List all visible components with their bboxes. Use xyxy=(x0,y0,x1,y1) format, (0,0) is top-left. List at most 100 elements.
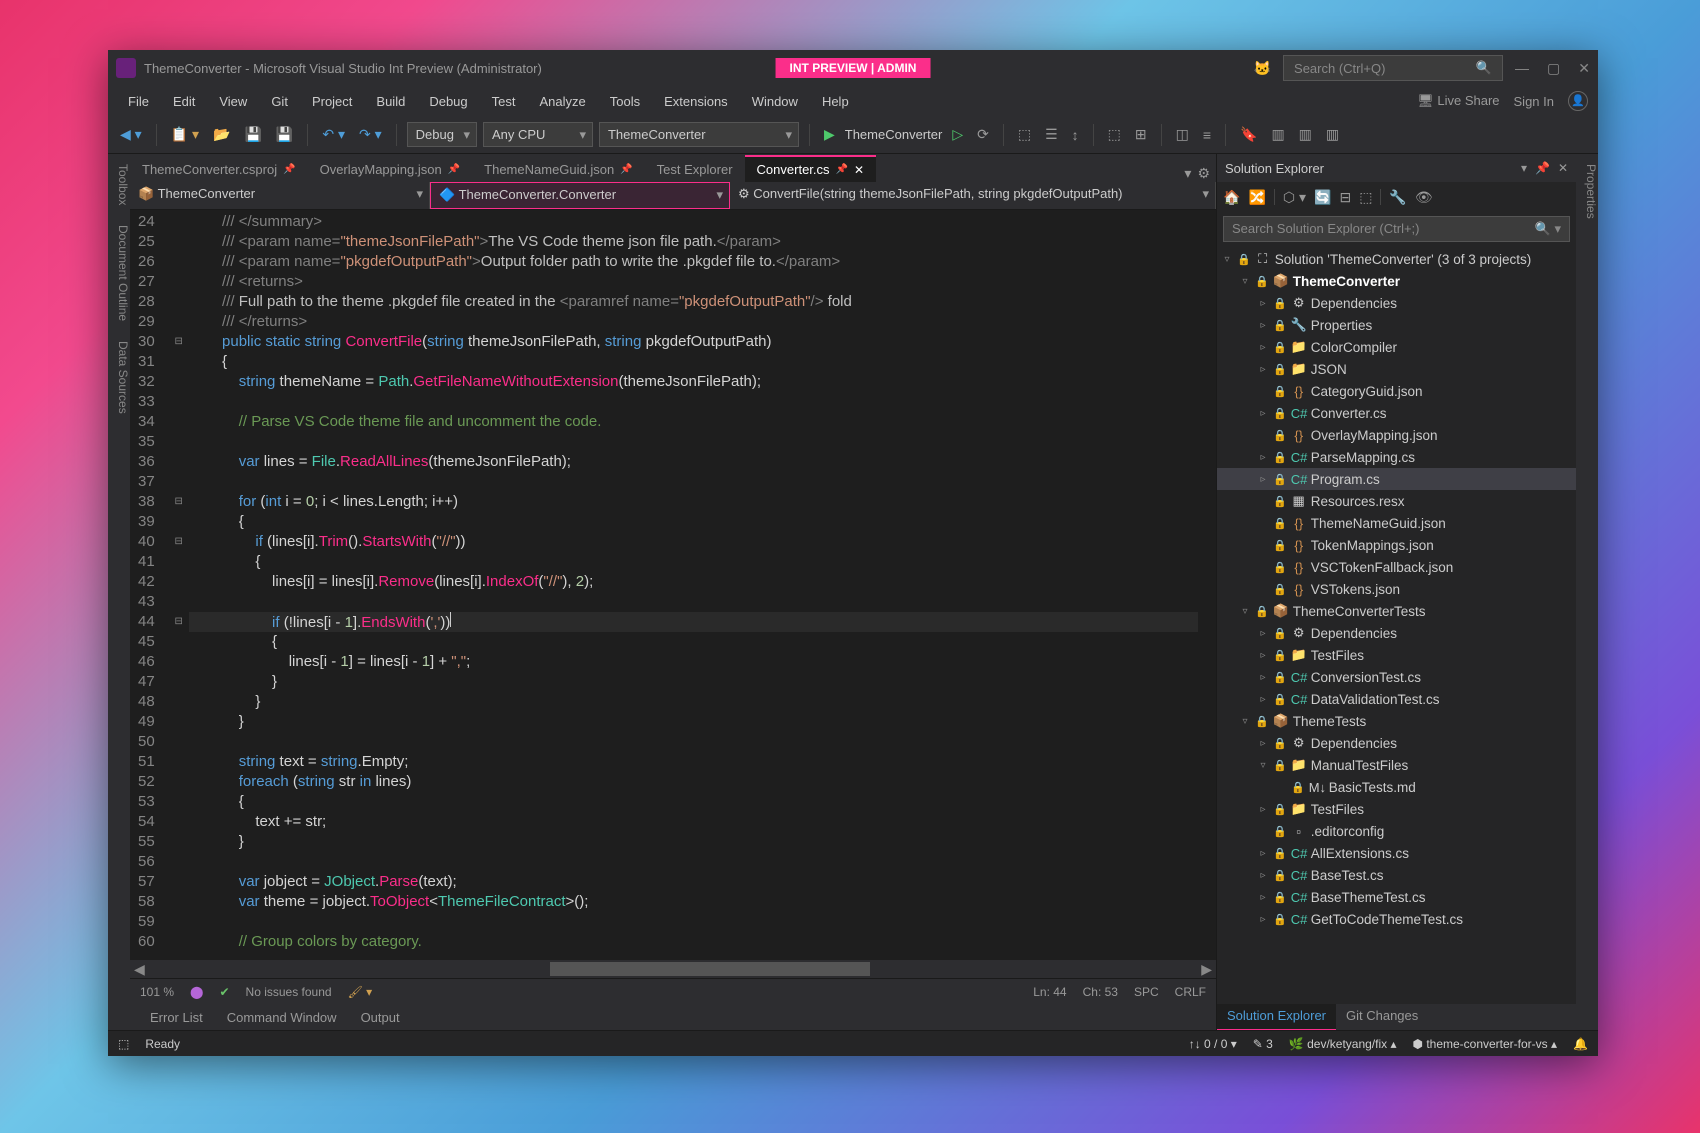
tree-node[interactable]: ▹🔒🔧Properties xyxy=(1217,314,1576,336)
tab-settings-icon[interactable]: ⚙ xyxy=(1197,165,1210,182)
tb-icon-4[interactable]: ⬚ xyxy=(1104,124,1125,145)
menu-build[interactable]: Build xyxy=(366,90,415,113)
se-switch-icon[interactable]: 🔀 xyxy=(1248,189,1265,206)
health-icon[interactable]: ⬤ xyxy=(190,985,203,999)
tree-node[interactable]: ▹🔒C#Program.cs xyxy=(1217,468,1576,490)
menu-analyze[interactable]: Analyze xyxy=(529,90,595,113)
start-no-debug-button[interactable]: ▷ xyxy=(948,124,967,145)
back-button[interactable]: ◀ ▾ xyxy=(116,124,146,145)
panel-close-icon[interactable]: ✕ xyxy=(1558,161,1568,175)
code-editor[interactable]: 2425262728293031323334353637383940414243… xyxy=(130,210,1216,960)
menu-file[interactable]: File xyxy=(118,90,159,113)
tb-icon-1[interactable]: ⬚ xyxy=(1014,124,1035,145)
tree-node[interactable]: ▹🔒📁TestFiles xyxy=(1217,798,1576,820)
status-branch[interactable]: 🌿 dev/ketyang/fix ▴ xyxy=(1289,1037,1397,1051)
tb-icon-5[interactable]: ⊞ xyxy=(1131,124,1151,145)
doc-outline-tab[interactable]: Document Outline xyxy=(108,225,130,321)
tab-menu-icon[interactable]: ▾ xyxy=(1184,165,1191,182)
config-dropdown[interactable]: Debug xyxy=(407,122,477,147)
bookmark-next-icon[interactable]: ▥ xyxy=(1295,124,1316,145)
tab-themeguid[interactable]: ThemeNameGuid.json📌 xyxy=(472,157,645,182)
tab-csproj[interactable]: ThemeConverter.csproj📌 xyxy=(130,157,308,182)
nav-method[interactable]: ⚙ ConvertFile(string themeJsonFilePath, … xyxy=(730,182,1216,209)
tree-node[interactable]: ▿🔒📦ThemeConverter xyxy=(1217,270,1576,292)
issues-text[interactable]: No issues found xyxy=(246,985,332,999)
tree-node[interactable]: ▹🔒⚙Dependencies xyxy=(1217,732,1576,754)
toolbox-tab[interactable]: Toolbox xyxy=(108,164,130,205)
menu-tools[interactable]: Tools xyxy=(600,90,650,113)
menu-edit[interactable]: Edit xyxy=(163,90,205,113)
tree-node[interactable]: 🔒{}ThemeNameGuid.json xyxy=(1217,512,1576,534)
menu-extensions[interactable]: Extensions xyxy=(654,90,738,113)
pt-solution-explorer[interactable]: Solution Explorer xyxy=(1217,1004,1336,1030)
brush-icon[interactable]: 🖌 ▾ xyxy=(348,985,373,999)
tb-icon-3[interactable]: ↕ xyxy=(1068,125,1083,145)
solution-search-input[interactable]: Search Solution Explorer (Ctrl+;) 🔍 ▾ xyxy=(1223,216,1570,242)
nav-project[interactable]: 📦 ThemeConverter xyxy=(130,182,430,209)
tree-node[interactable]: 🔒{}TokenMappings.json xyxy=(1217,534,1576,556)
properties-tab[interactable]: Properties xyxy=(1584,164,1598,219)
pt-git-changes[interactable]: Git Changes xyxy=(1336,1004,1428,1030)
tree-node[interactable]: ▹🔒C#BaseThemeTest.cs xyxy=(1217,886,1576,908)
vertical-scrollbar[interactable] xyxy=(1198,210,1216,960)
menu-test[interactable]: Test xyxy=(482,90,526,113)
se-preview-icon[interactable]: 👁 xyxy=(1415,189,1433,206)
menu-git[interactable]: Git xyxy=(261,90,298,113)
signin-button[interactable]: Sign In xyxy=(1514,94,1554,109)
status-repo[interactable]: ⬢ theme-converter-for-vs ▴ xyxy=(1413,1037,1558,1051)
undo-button[interactable]: ↶ ▾ xyxy=(318,124,349,145)
status-bell-icon[interactable]: 🔔 xyxy=(1573,1037,1588,1051)
tree-node[interactable]: ▹🔒C#GetToCodeThemeTest.cs xyxy=(1217,908,1576,930)
solution-tree[interactable]: ▿🔒⛶ Solution 'ThemeConverter' (3 of 3 pr… xyxy=(1217,246,1576,1004)
tree-node[interactable]: ▹🔒📁JSON xyxy=(1217,358,1576,380)
tree-node[interactable]: ▿🔒📁ManualTestFiles xyxy=(1217,754,1576,776)
maximize-button[interactable]: ▢ xyxy=(1547,60,1560,77)
tree-node[interactable]: 🔒{}VSTokens.json xyxy=(1217,578,1576,600)
close-icon[interactable]: ✕ xyxy=(854,163,864,177)
eol-mode[interactable]: CRLF xyxy=(1175,985,1206,999)
tree-node[interactable]: ▹🔒📁TestFiles xyxy=(1217,644,1576,666)
tree-node[interactable]: ▹🔒C#Converter.cs xyxy=(1217,402,1576,424)
se-collapse-icon[interactable]: ⊟ xyxy=(1339,189,1351,206)
tree-node[interactable]: ▹🔒⚙Dependencies xyxy=(1217,292,1576,314)
indent-mode[interactable]: SPC xyxy=(1134,985,1159,999)
menu-window[interactable]: Window xyxy=(742,90,808,113)
redo-button[interactable]: ↷ ▾ xyxy=(355,124,386,145)
tab-test-explorer[interactable]: Test Explorer xyxy=(645,157,745,182)
line-col-ch[interactable]: Ch: 53 xyxy=(1083,985,1118,999)
bt-cmdwin[interactable]: Command Window xyxy=(217,1007,347,1028)
tab-converter[interactable]: Converter.cs📌✕ xyxy=(745,155,877,182)
panel-pin-icon[interactable]: 📌 xyxy=(1535,161,1550,175)
se-showall-icon[interactable]: ⬚ xyxy=(1359,189,1372,206)
fold-gutter[interactable]: ⊟⊟⊟⊟ xyxy=(169,210,189,960)
menu-project[interactable]: Project xyxy=(302,90,362,113)
menu-help[interactable]: Help xyxy=(812,90,859,113)
tree-node[interactable]: ▹🔒C#BaseTest.cs xyxy=(1217,864,1576,886)
close-button[interactable]: ✕ xyxy=(1578,60,1590,77)
tree-node[interactable]: 🔒▦Resources.resx xyxy=(1217,490,1576,512)
launch-target[interactable]: ThemeConverter xyxy=(845,127,943,142)
se-sync-icon[interactable]: 🔄 xyxy=(1314,189,1331,206)
new-project-button[interactable]: 📋 ▾ xyxy=(167,124,203,145)
tab-overlay[interactable]: OverlayMapping.json📌 xyxy=(308,157,473,182)
se-properties-icon[interactable]: 🔧 xyxy=(1389,189,1406,206)
tree-node[interactable]: 🔒M↓BasicTests.md xyxy=(1217,776,1576,798)
restart-button[interactable]: ⟳ xyxy=(973,124,993,145)
tree-node[interactable]: 🔒{}VSCTokenFallback.json xyxy=(1217,556,1576,578)
bookmark-clear-icon[interactable]: ▥ xyxy=(1322,124,1343,145)
tree-node[interactable]: ▿🔒📦ThemeConverterTests xyxy=(1217,600,1576,622)
save-button[interactable]: 💾 xyxy=(240,124,265,145)
save-all-button[interactable]: 💾 xyxy=(272,124,297,145)
bt-output[interactable]: Output xyxy=(351,1007,410,1028)
tree-node[interactable]: 🔒{}CategoryGuid.json xyxy=(1217,380,1576,402)
search-box[interactable]: Search (Ctrl+Q) 🔍 xyxy=(1283,55,1503,81)
tb-icon-7[interactable]: ≡ xyxy=(1199,125,1215,145)
tree-node[interactable]: ▹🔒C#ConversionTest.cs xyxy=(1217,666,1576,688)
data-sources-tab[interactable]: Data Sources xyxy=(108,341,130,414)
tree-node[interactable]: ▹🔒C#DataValidationTest.cs xyxy=(1217,688,1576,710)
line-col-ln[interactable]: Ln: 44 xyxy=(1033,985,1066,999)
tb-icon-6[interactable]: ◫ xyxy=(1172,124,1193,145)
status-commits[interactable]: ↑↓ 0 / 0 ▾ xyxy=(1189,1037,1237,1051)
open-button[interactable]: 📂 xyxy=(209,124,234,145)
nav-class[interactable]: 🔷 ThemeConverter.Converter xyxy=(430,182,730,209)
